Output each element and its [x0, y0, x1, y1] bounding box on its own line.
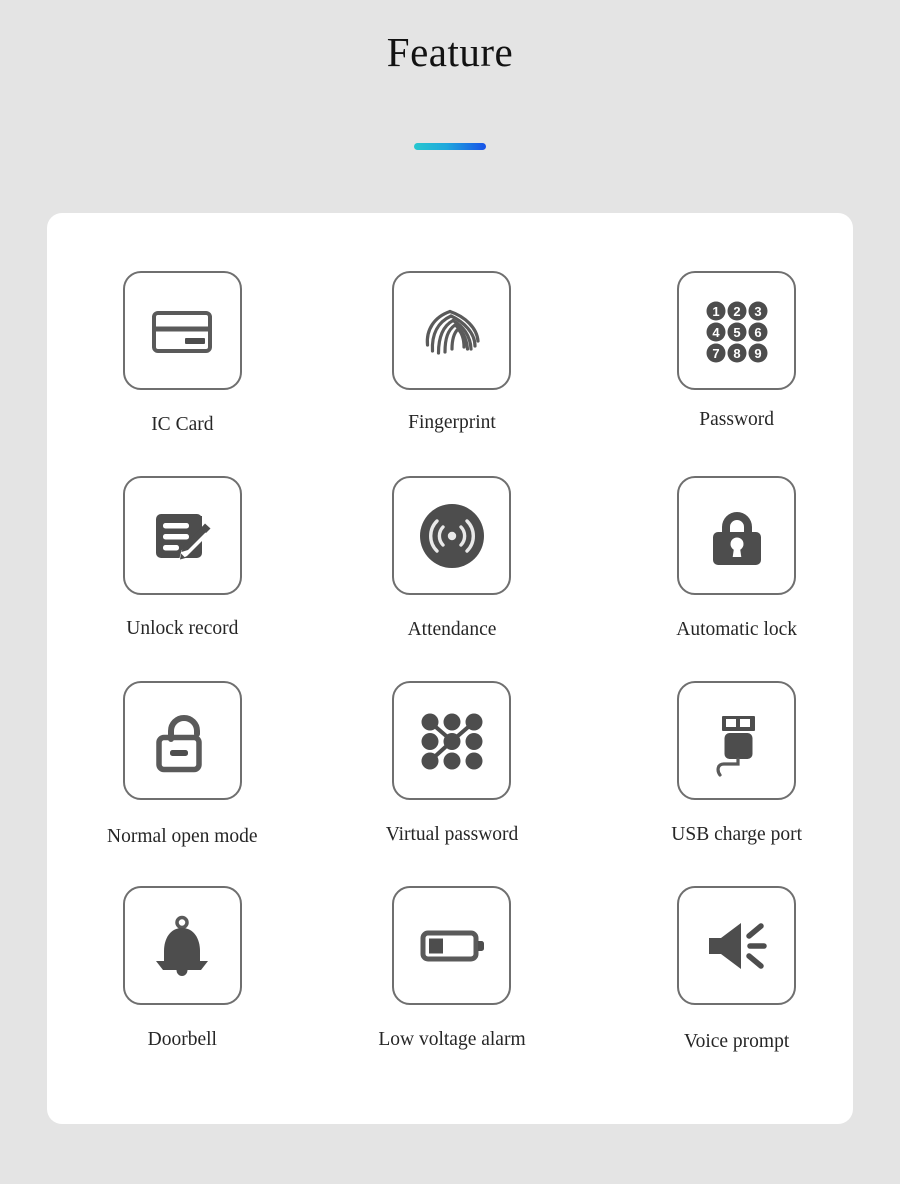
feature-label: Normal open mode: [107, 826, 258, 847]
signal-waves-icon: [419, 503, 484, 568]
feature-item-attendance[interactable]: Attendance: [316, 476, 585, 681]
bell-icon: [156, 915, 209, 976]
battery-low-icon: [420, 930, 484, 961]
signal-waves-icon-box: [392, 476, 512, 595]
svg-text:5: 5: [733, 324, 740, 339]
fingerprint-icon: [425, 309, 480, 355]
feature-label: Virtual password: [385, 824, 519, 845]
fingerprint-icon-box: [392, 271, 512, 390]
feature-label: Attendance: [407, 619, 497, 640]
accent-divider-wrap: [0, 143, 900, 151]
speaker-icon: [708, 922, 767, 969]
feature-label: Voice prompt: [684, 1031, 790, 1052]
feature-item-usb-charge-port[interactable]: USB charge port: [584, 681, 853, 886]
feature-item-doorbell[interactable]: Doorbell: [47, 886, 316, 1091]
keypad-numbers-icon: 1 2 3 4 5 6 7 8 9: [706, 301, 768, 362]
feature-label: USB charge port: [671, 824, 802, 845]
feature-label: Automatic lock: [676, 619, 798, 640]
keypad-numbers-icon-box: 1 2 3 4 5 6 7 8 9: [677, 271, 797, 390]
feature-grid: IC Card Fingerprint 1 2 3 4 5 6 7 8 9 Pa…: [47, 271, 853, 1091]
feature-label: Doorbell: [147, 1029, 217, 1050]
svg-text:4: 4: [712, 324, 720, 339]
svg-text:7: 7: [712, 345, 719, 360]
svg-text:3: 3: [754, 303, 761, 318]
ic-card-icon-box: [122, 271, 242, 390]
feature-item-voice-prompt[interactable]: Voice prompt: [584, 886, 853, 1091]
pattern-lock-icon: [421, 713, 483, 769]
feature-item-normal-open-mode[interactable]: Normal open mode: [47, 681, 316, 886]
padlock-closed-icon: [712, 511, 761, 565]
feature-item-password[interactable]: 1 2 3 4 5 6 7 8 9 Password: [584, 271, 853, 476]
feature-label: Unlock record: [126, 618, 239, 639]
padlock-open-icon: [156, 714, 203, 772]
feature-item-virtual-password[interactable]: Virtual password: [316, 681, 585, 886]
page-header: Feature: [0, 0, 900, 151]
bell-icon-box: [122, 886, 242, 1005]
svg-text:2: 2: [733, 303, 740, 318]
ic-card-icon: [152, 310, 213, 353]
record-pencil-icon: [156, 513, 211, 560]
usb-plug-icon: [716, 715, 755, 777]
page-title: Feature: [386, 29, 514, 75]
padlock-open-icon-box: [122, 681, 242, 800]
accent-divider: [414, 143, 486, 151]
battery-low-icon-box: [392, 886, 512, 1005]
feature-item-low-voltage-alarm[interactable]: Low voltage alarm: [316, 886, 585, 1091]
speaker-icon-box: [677, 886, 797, 1005]
feature-label: Low voltage alarm: [378, 1029, 526, 1050]
feature-item-automatic-lock[interactable]: Automatic lock: [584, 476, 853, 681]
feature-item-unlock-record[interactable]: Unlock record: [47, 476, 316, 681]
feature-card: IC Card Fingerprint 1 2 3 4 5 6 7 8 9 Pa…: [47, 213, 853, 1124]
feature-label: Fingerprint: [408, 412, 496, 433]
feature-item-fingerprint[interactable]: Fingerprint: [316, 271, 585, 476]
svg-text:1: 1: [712, 303, 719, 318]
feature-page: Feature IC Card Fingerprint 1 2 3 4 5 6 …: [0, 0, 900, 1184]
svg-text:6: 6: [754, 324, 761, 339]
usb-plug-icon-box: [677, 681, 797, 800]
padlock-closed-icon-box: [677, 476, 797, 595]
pattern-lock-icon-box: [392, 681, 512, 800]
feature-item-ic-card[interactable]: IC Card: [47, 271, 316, 476]
feature-label: IC Card: [151, 414, 214, 435]
feature-label: Password: [699, 409, 775, 430]
svg-text:8: 8: [733, 345, 740, 360]
record-pencil-icon-box: [122, 476, 242, 595]
svg-text:9: 9: [754, 345, 761, 360]
